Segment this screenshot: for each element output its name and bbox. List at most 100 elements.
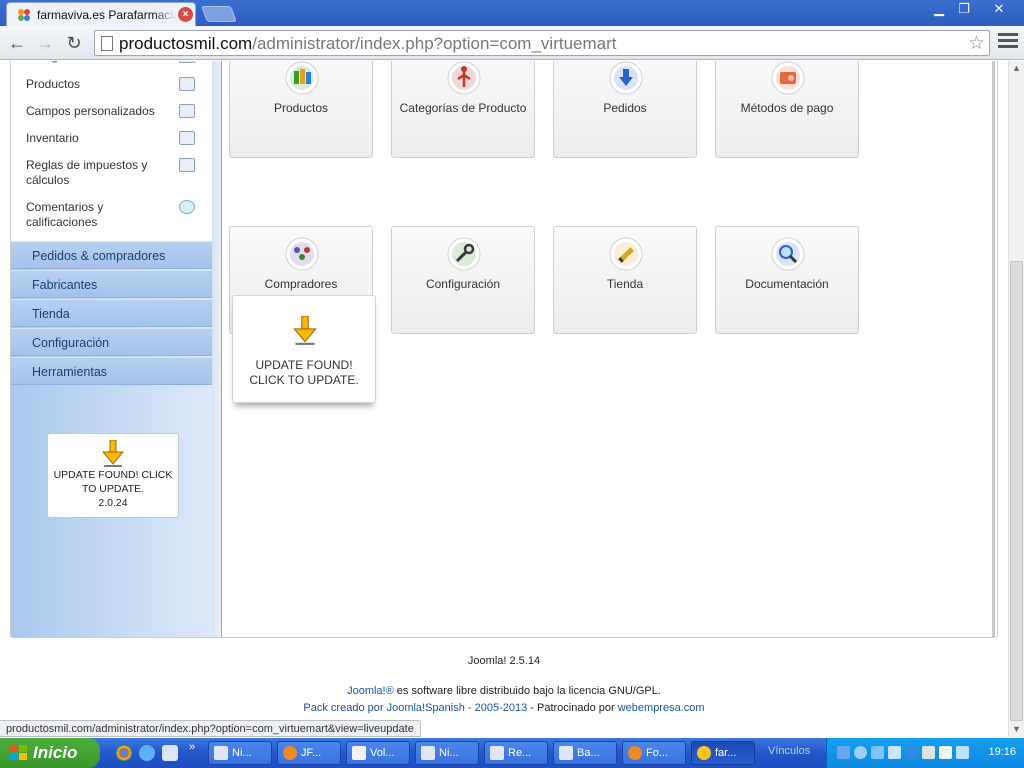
- footer-credits: Pack creado por Joomla!Spanish - 2005-20…: [303, 702, 705, 714]
- shoppers-icon: [285, 237, 319, 271]
- volume-icon[interactable]: [922, 746, 935, 759]
- windows-taskbar: Inicio » Ni... JF... Vol... Ni... Re... Ba...…: [0, 738, 1024, 768]
- tile-label: Pedidos: [603, 101, 647, 115]
- sidebar-subitem-label: Categorías de Producto: [26, 61, 161, 64]
- taskbar-button-label: Ni...: [232, 747, 252, 759]
- sidebar-subitem[interactable]: Comentarios y calificaciones: [26, 200, 201, 230]
- system-tray: 19:16: [826, 738, 1024, 768]
- footer-version: Joomla! 2.5.14: [467, 655, 541, 667]
- doc-icon: [352, 746, 366, 760]
- tile-label: Configuración: [425, 277, 501, 291]
- address-bar[interactable]: productosmil.com/administrator/index.php…: [94, 30, 990, 56]
- taskbar-button[interactable]: Vol...: [346, 741, 410, 765]
- joomla-link[interactable]: Joomla!®: [347, 685, 394, 697]
- sidebar-divider: [212, 61, 222, 637]
- firefox-icon: [283, 746, 297, 760]
- footer-license: Joomla!® es software libre distribuido b…: [347, 685, 661, 697]
- joomlaspanish-link[interactable]: Joomla!Spanish - 2005-2013: [387, 702, 528, 714]
- tile-orders[interactable]: Pedidos: [553, 61, 697, 158]
- update-arrow-icon: [101, 440, 125, 467]
- sidebar-subitem[interactable]: Inventario: [26, 131, 201, 146]
- browser-tab-strip: farmaviva.es Parafarmacia o × ▁ ❐ ✕: [0, 0, 1024, 26]
- sidebar-menu-item[interactable]: Pedidos & compradores: [11, 241, 212, 269]
- magnifier-icon: [771, 237, 805, 271]
- quicklaunch-chevron-icon[interactable]: »: [189, 741, 195, 753]
- app-icon: [214, 746, 228, 760]
- update-tray-icon[interactable]: [888, 746, 901, 759]
- update-found-button[interactable]: UPDATE FOUND! CLICK TO UPDATE. 2.0.24: [47, 433, 179, 518]
- orders-icon: [609, 61, 643, 95]
- new-tab-button[interactable]: [201, 6, 237, 22]
- sidebar-subitem[interactable]: Campos personalizados: [26, 104, 201, 119]
- links-toolbar-label[interactable]: Vínculos: [768, 745, 810, 757]
- tile-categories[interactable]: Categorías de Producto: [391, 61, 535, 158]
- taskbar-button[interactable]: Ni...: [208, 741, 272, 765]
- taskbar-button[interactable]: far...: [691, 741, 755, 765]
- close-tab-icon[interactable]: ×: [178, 7, 193, 22]
- taskbar-button[interactable]: Ba...: [553, 741, 617, 765]
- sidebar-subitem[interactable]: Categorías de Producto: [26, 61, 201, 64]
- update-arrow-icon: [293, 316, 317, 345]
- app-icon: [559, 746, 573, 760]
- tile-pencil[interactable]: Tienda: [553, 226, 697, 334]
- antivirus-icon[interactable]: [871, 746, 884, 759]
- sidebar-menu-item[interactable]: Herramientas: [11, 357, 212, 385]
- calculator-icon: [179, 158, 195, 172]
- sidebar-subitem-label: Comentarios y calificaciones: [26, 200, 104, 229]
- joomla-favicon-icon: [18, 9, 30, 21]
- taskbar-button[interactable]: Ni...: [415, 741, 479, 765]
- sidebar-subitem[interactable]: Reglas de impuestos y cálculos: [26, 158, 201, 188]
- update-found-text: UPDATE FOUND! CLICK TO UPDATE.: [53, 469, 173, 495]
- search-icon[interactable]: [854, 746, 867, 759]
- update-tile[interactable]: UPDATE FOUND! CLICK TO UPDATE.: [232, 295, 376, 403]
- webempresa-link[interactable]: webempresa.com: [618, 702, 705, 714]
- sidebar-subitem-label: Inventario: [26, 131, 79, 145]
- taskbar-button[interactable]: Re...: [484, 741, 548, 765]
- tile-products[interactable]: Productos: [229, 61, 373, 158]
- chart-icon: [179, 131, 195, 145]
- taskbar-button-label: Re...: [508, 747, 532, 759]
- sidebar-menu-item[interactable]: Configuración: [11, 328, 212, 356]
- sidebar: Categorías de Producto Productos Campos pe…: [11, 61, 212, 637]
- sidebar-menu-item[interactable]: Fabricantes: [11, 270, 212, 298]
- vertical-scrollbar[interactable]: ▲ ▼: [1008, 61, 1024, 737]
- start-label: Inicio: [33, 743, 78, 762]
- page-viewport: Categorías de Producto Productos Campos pe…: [0, 61, 1008, 737]
- speech-bubble-icon: [179, 200, 195, 214]
- start-button[interactable]: Inicio: [0, 738, 100, 768]
- pencil-icon: [609, 237, 643, 271]
- products-icon: [285, 61, 319, 95]
- scroll-down-arrow-icon[interactable]: ▼: [1009, 722, 1024, 737]
- back-arrow-icon[interactable]: ←: [6, 32, 28, 54]
- taskbar-button[interactable]: Fo...: [622, 741, 686, 765]
- browser-tab[interactable]: farmaviva.es Parafarmacia o ×: [6, 2, 196, 26]
- ie-quicklaunch-icon[interactable]: [139, 745, 155, 761]
- settings-tray-icon[interactable]: [956, 746, 969, 759]
- bookmark-star-icon[interactable]: ☆: [968, 32, 985, 55]
- chrome-quicklaunch-icon[interactable]: [116, 745, 132, 761]
- app-icon: [490, 746, 504, 760]
- tile-label: Categorías de Producto: [399, 101, 527, 115]
- tile-payment[interactable]: Métodos de pago: [715, 61, 859, 158]
- payment-icon: [771, 61, 805, 95]
- scroll-up-arrow-icon[interactable]: ▲: [1009, 61, 1024, 76]
- scroll-thumb[interactable]: [1010, 261, 1023, 721]
- restore-icon[interactable]: ❐: [953, 1, 975, 17]
- network-icon[interactable]: [837, 746, 850, 759]
- menu-icon[interactable]: [998, 33, 1018, 53]
- update-tile-label: UPDATE FOUND! CLICK TO UPDATE.: [249, 358, 359, 387]
- reload-icon[interactable]: ↻: [63, 32, 85, 54]
- close-window-icon[interactable]: ✕: [986, 1, 1012, 17]
- forward-arrow-icon[interactable]: →: [34, 32, 56, 54]
- tile-wrench[interactable]: Configuración: [391, 226, 535, 334]
- update-version: 2.0.24: [98, 497, 128, 509]
- browser-toolbar: ← → ↻ productosmil.com/administrator/ind…: [0, 26, 1024, 60]
- info-icon[interactable]: [905, 746, 918, 759]
- sidebar-subitem[interactable]: Productos: [26, 77, 201, 92]
- minimize-icon[interactable]: ▁: [928, 1, 950, 17]
- connection-icon[interactable]: [939, 746, 952, 759]
- taskbar-button[interactable]: JF...: [277, 741, 341, 765]
- desktop-quicklaunch-icon[interactable]: [162, 745, 178, 761]
- tile-magnifier[interactable]: Documentación: [715, 226, 859, 334]
- sidebar-menu-item[interactable]: Tienda: [11, 299, 212, 327]
